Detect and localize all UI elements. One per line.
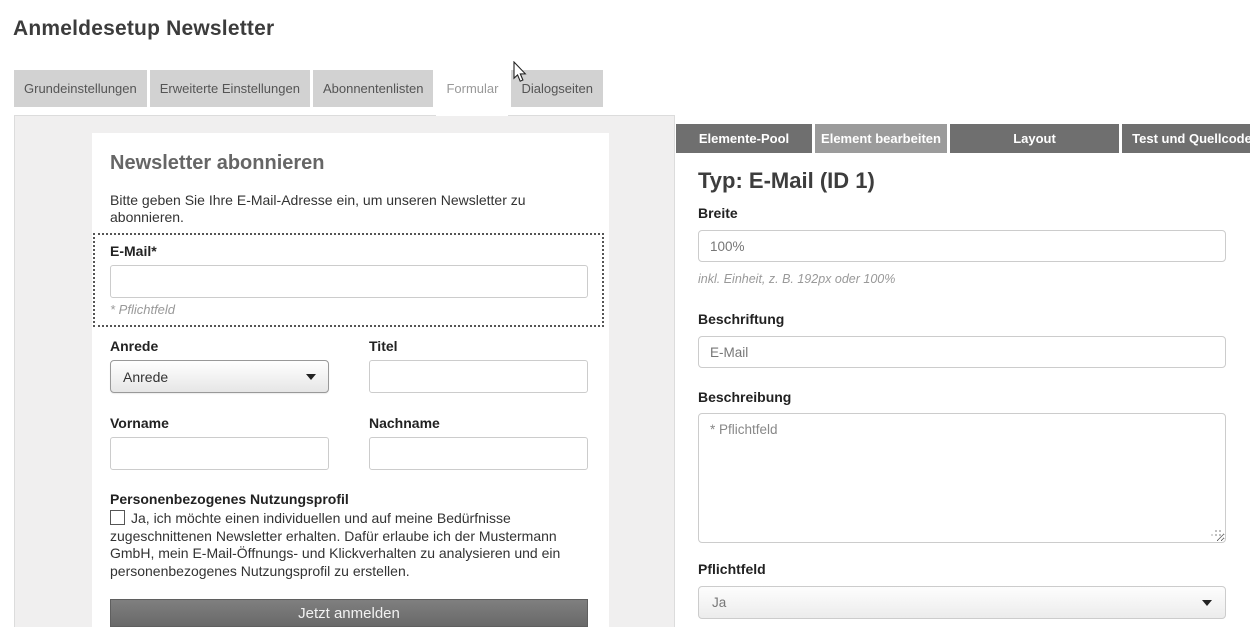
nachname-label: Nachname [369,415,588,431]
newsletter-form-card: Newsletter abonnieren Bitte geben Sie Ih… [92,133,609,627]
element-type-heading: Typ: E-Mail (ID 1) [698,168,1226,194]
submit-button[interactable]: Jetzt anmelden [110,599,588,627]
consent-checkbox[interactable] [110,510,125,525]
tab-test-und-quellcode[interactable]: Test und Quellcode [1122,124,1250,153]
nutzungsprofil-label: Personenbezogenes Nutzungsprofil [110,491,588,507]
tab-element-bearbeiten[interactable]: Element bearbeiten [815,124,947,153]
pflichtfeld-select[interactable]: Ja [698,586,1226,619]
tab-formular[interactable]: Formular [436,70,508,116]
titel-label: Titel [369,338,588,354]
vorname-label: Vorname [110,415,329,431]
anrede-select[interactable]: Anrede [110,360,329,393]
breite-label: Breite [698,205,1226,221]
form-intro-text: Bitte geben Sie Ihre E-Mail-Adresse ein,… [110,192,588,226]
anrede-selected-value: Anrede [123,369,168,385]
email-label: E-Mail* [110,243,588,259]
titel-input[interactable] [369,360,588,393]
breite-hint: inkl. Einheit, z. B. 192px oder 100% [698,272,1226,286]
tab-grundeinstellungen[interactable]: Grundeinstellungen [14,70,147,107]
form-heading: Newsletter abonnieren [110,152,588,175]
beschriftung-label: Beschriftung [698,311,1226,327]
nachname-input[interactable] [369,437,588,470]
pflichtfeld-selected-value: Ja [712,595,726,610]
consent-text: Ja, ich möchte einen individuellen und a… [110,510,560,579]
beschriftung-input[interactable] [698,336,1226,368]
mouse-cursor-icon [513,61,528,83]
email-required-note: * Pflichtfeld [110,302,588,317]
consent-paragraph: Ja, ich möchte einen individuellen und a… [110,510,588,580]
selected-element-email[interactable]: E-Mail* * Pflichtfeld [93,233,604,327]
tab-abonnentenlisten[interactable]: Abonnentenlisten [313,70,433,107]
pflichtfeld-label: Pflichtfeld [698,561,1226,577]
editor-content: Typ: E-Mail (ID 1) Breite inkl. Einheit,… [676,168,1250,619]
chevron-down-icon [306,374,316,380]
element-editor-panel: Elemente-Pool Element bearbeiten Layout … [676,124,1250,627]
tab-erweiterte-einstellungen[interactable]: Erweiterte Einstellungen [150,70,310,107]
email-input[interactable] [110,265,588,298]
vorname-input[interactable] [110,437,329,470]
editor-tab-bar: Elemente-Pool Element bearbeiten Layout … [676,124,1250,153]
page-title: Anmeldesetup Newsletter [13,17,274,41]
name-fields-grid: Anrede Anrede Titel Vorname Nachname [110,338,588,470]
beschreibung-textarea[interactable]: * Pflichtfeld [698,413,1226,543]
tab-elemente-pool[interactable]: Elemente-Pool [676,124,812,153]
tab-layout[interactable]: Layout [950,124,1119,153]
chevron-down-icon [1202,600,1212,606]
breite-input[interactable] [698,230,1226,262]
resize-grip-icon[interactable] [1219,534,1221,536]
beschreibung-label: Beschreibung [698,389,1226,405]
anrede-label: Anrede [110,338,329,354]
